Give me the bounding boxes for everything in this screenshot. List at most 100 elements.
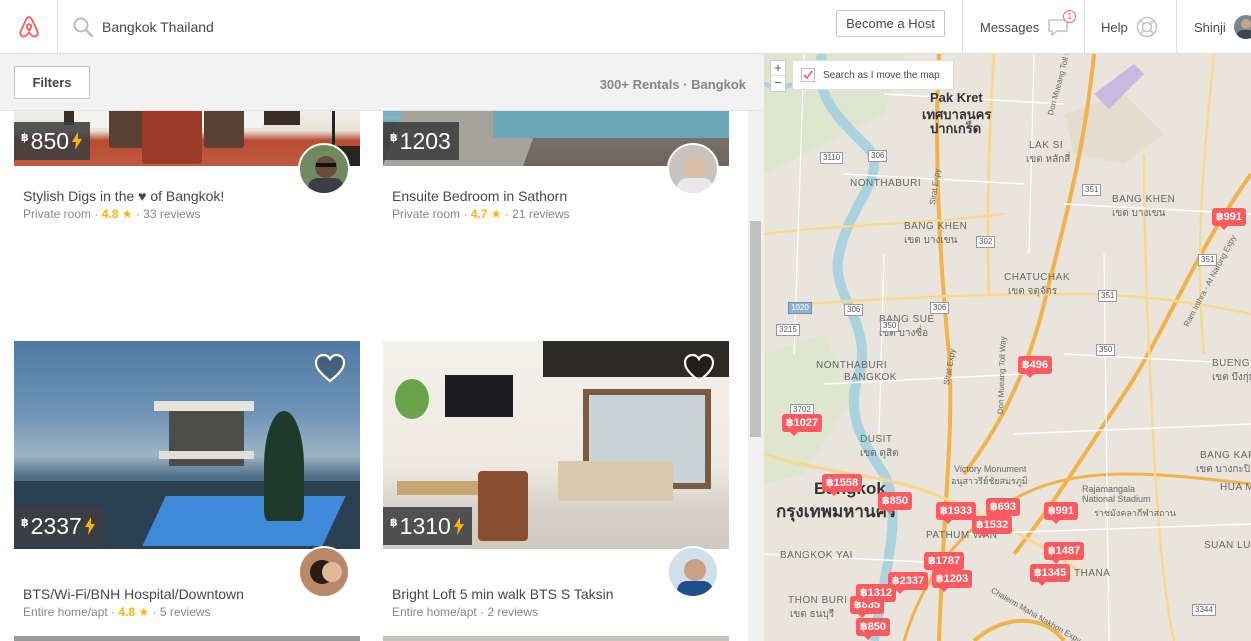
map-label: CHATUCHAK <box>1004 272 1070 283</box>
currency-symbol: ฿ <box>21 517 29 529</box>
listing-title[interactable]: Stylish Digs in the ♥ of Bangkok! <box>14 188 360 204</box>
become-host-button[interactable]: Become a Host <box>836 10 945 37</box>
listing-title[interactable]: Ensuite Bedroom in Sathorn <box>383 188 729 204</box>
listing-photo-peek <box>14 636 360 641</box>
listing-meta: Entire home/apt · 4.8 ★ · 5 reviews <box>23 605 211 619</box>
listing-card[interactable]: ฿ 1310 Bright Loft 5 min walk BTS S Taks… <box>383 341 729 619</box>
map-label: NONTHABURI <box>816 360 888 371</box>
listing-card[interactable]: ฿ 2337 BTS/Wi-Fi/BNH Hospital/Downtown E… <box>14 341 360 619</box>
rating: 4.8 ★ <box>118 605 150 619</box>
map-label: เขต ธนบุรี <box>790 609 835 620</box>
price-tag: ฿ 850 <box>14 122 91 160</box>
route-shield: 302 <box>976 236 996 248</box>
map-price-pin[interactable]: ฿1532 <box>972 516 1013 538</box>
listing-photo-peek <box>383 636 729 641</box>
price-value: 850 <box>30 127 70 154</box>
filters-button[interactable]: Filters <box>14 66 90 99</box>
route-shield: 1020 <box>788 302 812 314</box>
messages-link[interactable]: Messages 1 <box>980 0 1077 54</box>
map-label: Pak Kret <box>930 90 983 105</box>
map-price-pin[interactable]: ฿1933 <box>936 502 977 524</box>
search-icon <box>73 17 94 37</box>
zoom-in-button[interactable]: + <box>771 61 785 76</box>
map-label: LAK SI <box>1029 140 1064 151</box>
review-count: 21 reviews <box>512 207 570 221</box>
route-shield: 350 <box>1096 344 1116 356</box>
map-price-pin[interactable]: ฿991 <box>1212 208 1247 230</box>
search-as-move-toggle[interactable]: Search as I move the map <box>792 60 954 90</box>
palm-trees <box>264 411 304 521</box>
map-price-pin[interactable]: ฿1487 <box>1044 542 1085 564</box>
route-shield: 3215 <box>776 324 800 336</box>
route-shield: 351 <box>1082 184 1102 196</box>
map-label: Victory Monument <box>954 464 1027 474</box>
instant-book-icon <box>84 517 95 535</box>
map-label: เขต จตุจักร <box>1008 286 1058 297</box>
results-count: 300+ Rentals · Bangkok <box>599 77 746 92</box>
map-label: BANGKOK YAI <box>780 550 853 561</box>
map-label: เขต หลักสี่ <box>1026 154 1071 165</box>
chair <box>478 471 528 541</box>
host-avatar[interactable] <box>667 546 719 598</box>
map[interactable]: Pak Kret เทศบาลนคร ปากเกร็ด LAK SI เขต ห… <box>764 54 1251 641</box>
map-price-pin[interactable]: ฿496 <box>1018 356 1053 378</box>
route-shield: 306 <box>868 150 888 162</box>
map-price-pin[interactable]: ฿850 <box>878 492 913 514</box>
price-value: 1203 <box>399 127 451 154</box>
currency-symbol: ฿ <box>21 132 29 144</box>
map-label: SUAN LUANG <box>1204 540 1251 551</box>
instant-book-icon <box>72 132 83 150</box>
route-shield: 306 <box>844 304 864 316</box>
heart-icon[interactable] <box>683 353 715 383</box>
building-roof <box>154 401 254 411</box>
listing-meta: Private room · 4.8 ★ · 33 reviews <box>23 207 201 221</box>
user-menu[interactable]: Shinji <box>1194 0 1251 54</box>
map-price-pin[interactable]: ฿850 <box>856 618 891 640</box>
user-name: Shinji <box>1194 19 1226 35</box>
map-label: BUENG KU <box>1212 358 1251 369</box>
map-price-pin[interactable]: ฿1787 <box>924 552 965 574</box>
search-input[interactable] <box>102 18 342 35</box>
checkmark-icon <box>803 70 813 80</box>
host-avatar[interactable] <box>667 143 719 195</box>
room-type: Entire home/apt <box>23 605 108 619</box>
pool-water <box>142 496 346 546</box>
rating: 4.8 ★ <box>101 207 133 221</box>
map-price-pin[interactable]: ฿1203 <box>932 570 973 592</box>
avatar <box>1233 15 1251 39</box>
price-tag: ฿ 1203 <box>383 122 459 160</box>
divider <box>962 0 963 54</box>
map-price-pin[interactable]: ฿991 <box>1044 502 1079 524</box>
price-tag: ฿ 1310 <box>383 507 472 545</box>
map-label: THON BURI <box>788 595 848 606</box>
location-search[interactable] <box>58 0 388 54</box>
room-type: Entire home/apt <box>392 605 477 619</box>
route-shield: 3110 <box>820 152 844 164</box>
currency-symbol: ฿ <box>390 517 398 529</box>
divider <box>1084 0 1085 54</box>
scrollbar-thumb[interactable] <box>750 221 761 437</box>
decor-pillow <box>142 109 202 164</box>
heart-icon[interactable] <box>314 353 346 383</box>
map-price-pin[interactable]: ฿1345 <box>1030 564 1071 586</box>
airbnb-logo-icon <box>18 15 39 37</box>
review-count: 5 reviews <box>159 605 211 619</box>
help-label: Help <box>1101 19 1128 35</box>
zoom-out-button[interactable]: − <box>771 76 785 91</box>
route-shield: 350 <box>880 320 900 332</box>
airbnb-logo[interactable] <box>0 0 58 54</box>
host-avatar[interactable] <box>298 546 350 598</box>
map-label: BANGKOK <box>844 372 897 383</box>
help-link[interactable]: Help <box>1101 0 1158 54</box>
checkbox[interactable] <box>801 68 815 82</box>
map-price-pin[interactable]: ฿1558 <box>822 474 863 496</box>
price-value: 2337 <box>30 512 82 539</box>
map-label: BANG KHEN <box>904 221 968 232</box>
map-price-pin[interactable]: ฿1027 <box>782 414 823 436</box>
map-price-pin[interactable]: ฿1312 <box>856 584 897 606</box>
host-avatar[interactable] <box>298 143 350 195</box>
zoom-controls: + − <box>770 60 786 92</box>
map-label: DUSIT <box>860 434 893 445</box>
scrollbar[interactable] <box>748 111 764 641</box>
map-price-pin[interactable]: ฿693 <box>986 498 1021 520</box>
